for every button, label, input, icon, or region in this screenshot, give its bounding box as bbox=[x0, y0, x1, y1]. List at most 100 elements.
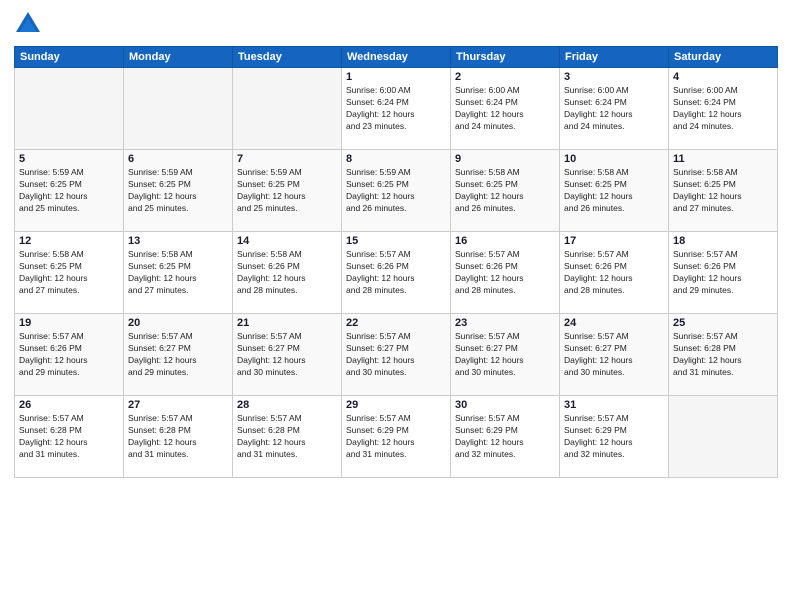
calendar-cell bbox=[669, 396, 778, 478]
day-info: Sunrise: 5:57 AM Sunset: 6:28 PM Dayligh… bbox=[237, 413, 337, 461]
calendar-cell: 12 Sunrise: 5:58 AM Sunset: 6:25 PM Dayli… bbox=[15, 232, 124, 314]
day-number: 13 bbox=[128, 235, 228, 247]
day-info: Sunrise: 5:58 AM Sunset: 6:26 PM Dayligh… bbox=[237, 249, 337, 297]
day-info: Sunrise: 5:59 AM Sunset: 6:25 PM Dayligh… bbox=[346, 167, 446, 215]
day-info: Sunrise: 5:59 AM Sunset: 6:25 PM Dayligh… bbox=[19, 167, 119, 215]
day-info: Sunrise: 5:57 AM Sunset: 6:27 PM Dayligh… bbox=[564, 331, 664, 379]
day-info: Sunrise: 5:58 AM Sunset: 6:25 PM Dayligh… bbox=[564, 167, 664, 215]
calendar-cell: 19 Sunrise: 5:57 AM Sunset: 6:26 PM Dayli… bbox=[15, 314, 124, 396]
week-row-2: 12 Sunrise: 5:58 AM Sunset: 6:25 PM Dayli… bbox=[15, 232, 778, 314]
calendar-cell: 27Sunrise: 5:57 AM Sunset: 6:28 PM Dayli… bbox=[124, 396, 233, 478]
day-info: Sunrise: 5:57 AM Sunset: 6:27 PM Dayligh… bbox=[237, 331, 337, 379]
day-info: Sunrise: 5:57 AM Sunset: 6:29 PM Dayligh… bbox=[564, 413, 664, 461]
day-info: Sunrise: 6:00 AM Sunset: 6:24 PM Dayligh… bbox=[564, 85, 664, 133]
calendar-cell: 2 Sunrise: 6:00 AM Sunset: 6:24 PM Daylig… bbox=[451, 68, 560, 150]
day-number: 18 bbox=[673, 235, 773, 247]
day-number: 8 bbox=[346, 153, 446, 165]
weekday-header-thursday: Thursday bbox=[451, 47, 560, 68]
calendar: SundayMondayTuesdayWednesdayThursdayFrid… bbox=[14, 46, 778, 478]
day-number: 26 bbox=[19, 399, 119, 411]
day-number: 29 bbox=[346, 399, 446, 411]
day-number: 22 bbox=[346, 317, 446, 329]
day-info: Sunrise: 6:00 AM Sunset: 6:24 PM Dayligh… bbox=[455, 85, 555, 133]
calendar-cell: 16 Sunrise: 5:57 AM Sunset: 6:26 PM Dayli… bbox=[451, 232, 560, 314]
day-info: Sunrise: 5:58 AM Sunset: 6:25 PM Dayligh… bbox=[128, 249, 228, 297]
day-info: Sunrise: 5:57 AM Sunset: 6:26 PM Dayligh… bbox=[564, 249, 664, 297]
weekday-header-wednesday: Wednesday bbox=[342, 47, 451, 68]
day-number: 3 bbox=[564, 71, 664, 83]
day-number: 7 bbox=[237, 153, 337, 165]
calendar-cell: 28 Sunrise: 5:57 AM Sunset: 6:28 PM Dayli… bbox=[233, 396, 342, 478]
day-info: Sunrise: 5:57 AM Sunset: 6:29 PM Dayligh… bbox=[455, 413, 555, 461]
calendar-cell bbox=[124, 68, 233, 150]
calendar-cell: 30 Sunrise: 5:57 AM Sunset: 6:29 PM Dayli… bbox=[451, 396, 560, 478]
calendar-cell: 21 Sunrise: 5:57 AM Sunset: 6:27 PM Dayli… bbox=[233, 314, 342, 396]
weekday-header-row: SundayMondayTuesdayWednesdayThursdayFrid… bbox=[15, 47, 778, 68]
calendar-cell: 6 Sunrise: 5:59 AM Sunset: 6:25 PM Daylig… bbox=[124, 150, 233, 232]
day-number: 27 bbox=[128, 399, 228, 411]
calendar-cell: 18 Sunrise: 5:57 AM Sunset: 6:26 PM Dayli… bbox=[669, 232, 778, 314]
calendar-cell: 14 Sunrise: 5:58 AM Sunset: 6:26 PM Dayli… bbox=[233, 232, 342, 314]
day-info: Sunrise: 5:57 AM Sunset: 6:27 PM Dayligh… bbox=[455, 331, 555, 379]
week-row-3: 19 Sunrise: 5:57 AM Sunset: 6:26 PM Dayli… bbox=[15, 314, 778, 396]
day-number: 4 bbox=[673, 71, 773, 83]
day-number: 12 bbox=[19, 235, 119, 247]
calendar-cell: 8 Sunrise: 5:59 AM Sunset: 6:25 PM Daylig… bbox=[342, 150, 451, 232]
weekday-header-sunday: Sunday bbox=[15, 47, 124, 68]
day-info: Sunrise: 5:59 AM Sunset: 6:25 PM Dayligh… bbox=[237, 167, 337, 215]
day-info: Sunrise: 5:57 AM Sunset: 6:26 PM Dayligh… bbox=[455, 249, 555, 297]
day-info: Sunrise: 5:57 AM Sunset: 6:27 PM Dayligh… bbox=[128, 331, 228, 379]
day-number: 21 bbox=[237, 317, 337, 329]
day-number: 16 bbox=[455, 235, 555, 247]
calendar-cell: 9 Sunrise: 5:58 AM Sunset: 6:25 PM Daylig… bbox=[451, 150, 560, 232]
day-info: Sunrise: 5:57 AM Sunset: 6:27 PM Dayligh… bbox=[346, 331, 446, 379]
weekday-header-monday: Monday bbox=[124, 47, 233, 68]
logo bbox=[14, 10, 46, 38]
weekday-header-saturday: Saturday bbox=[669, 47, 778, 68]
day-number: 5 bbox=[19, 153, 119, 165]
day-info: Sunrise: 5:57 AM Sunset: 6:26 PM Dayligh… bbox=[346, 249, 446, 297]
day-number: 15 bbox=[346, 235, 446, 247]
day-info: Sunrise: 5:57 AM Sunset: 6:28 PM Dayligh… bbox=[673, 331, 773, 379]
week-row-4: 26 Sunrise: 5:57 AM Sunset: 6:28 PM Dayli… bbox=[15, 396, 778, 478]
header bbox=[14, 10, 778, 38]
calendar-cell: 22 Sunrise: 5:57 AM Sunset: 6:27 PM Dayli… bbox=[342, 314, 451, 396]
calendar-cell: 20Sunrise: 5:57 AM Sunset: 6:27 PM Dayli… bbox=[124, 314, 233, 396]
weekday-header-tuesday: Tuesday bbox=[233, 47, 342, 68]
calendar-cell bbox=[233, 68, 342, 150]
calendar-cell: 4Sunrise: 6:00 AM Sunset: 6:24 PM Daylig… bbox=[669, 68, 778, 150]
day-info: Sunrise: 5:57 AM Sunset: 6:26 PM Dayligh… bbox=[673, 249, 773, 297]
day-number: 28 bbox=[237, 399, 337, 411]
calendar-cell: 26 Sunrise: 5:57 AM Sunset: 6:28 PM Dayli… bbox=[15, 396, 124, 478]
calendar-cell: 10Sunrise: 5:58 AM Sunset: 6:25 PM Dayli… bbox=[560, 150, 669, 232]
day-number: 6 bbox=[128, 153, 228, 165]
day-info: Sunrise: 5:58 AM Sunset: 6:25 PM Dayligh… bbox=[19, 249, 119, 297]
day-info: Sunrise: 6:00 AM Sunset: 6:24 PM Dayligh… bbox=[346, 85, 446, 133]
day-info: Sunrise: 5:57 AM Sunset: 6:29 PM Dayligh… bbox=[346, 413, 446, 461]
calendar-cell: 17Sunrise: 5:57 AM Sunset: 6:26 PM Dayli… bbox=[560, 232, 669, 314]
day-number: 9 bbox=[455, 153, 555, 165]
day-number: 14 bbox=[237, 235, 337, 247]
calendar-cell: 5 Sunrise: 5:59 AM Sunset: 6:25 PM Daylig… bbox=[15, 150, 124, 232]
calendar-cell: 7 Sunrise: 5:59 AM Sunset: 6:25 PM Daylig… bbox=[233, 150, 342, 232]
calendar-cell: 3 Sunrise: 6:00 AM Sunset: 6:24 PM Daylig… bbox=[560, 68, 669, 150]
day-number: 24 bbox=[564, 317, 664, 329]
calendar-cell: 31 Sunrise: 5:57 AM Sunset: 6:29 PM Dayli… bbox=[560, 396, 669, 478]
day-number: 1 bbox=[346, 71, 446, 83]
calendar-cell: 1 Sunrise: 6:00 AM Sunset: 6:24 PM Daylig… bbox=[342, 68, 451, 150]
day-number: 31 bbox=[564, 399, 664, 411]
day-number: 2 bbox=[455, 71, 555, 83]
day-info: Sunrise: 5:58 AM Sunset: 6:25 PM Dayligh… bbox=[455, 167, 555, 215]
day-info: Sunrise: 5:57 AM Sunset: 6:26 PM Dayligh… bbox=[19, 331, 119, 379]
calendar-cell: 11 Sunrise: 5:58 AM Sunset: 6:25 PM Dayli… bbox=[669, 150, 778, 232]
day-info: Sunrise: 5:59 AM Sunset: 6:25 PM Dayligh… bbox=[128, 167, 228, 215]
day-info: Sunrise: 5:58 AM Sunset: 6:25 PM Dayligh… bbox=[673, 167, 773, 215]
week-row-1: 5 Sunrise: 5:59 AM Sunset: 6:25 PM Daylig… bbox=[15, 150, 778, 232]
day-number: 11 bbox=[673, 153, 773, 165]
page: SundayMondayTuesdayWednesdayThursdayFrid… bbox=[0, 0, 792, 612]
day-number: 30 bbox=[455, 399, 555, 411]
day-number: 19 bbox=[19, 317, 119, 329]
calendar-cell: 13 Sunrise: 5:58 AM Sunset: 6:25 PM Dayli… bbox=[124, 232, 233, 314]
day-info: Sunrise: 5:57 AM Sunset: 6:28 PM Dayligh… bbox=[19, 413, 119, 461]
calendar-cell: 29 Sunrise: 5:57 AM Sunset: 6:29 PM Dayli… bbox=[342, 396, 451, 478]
